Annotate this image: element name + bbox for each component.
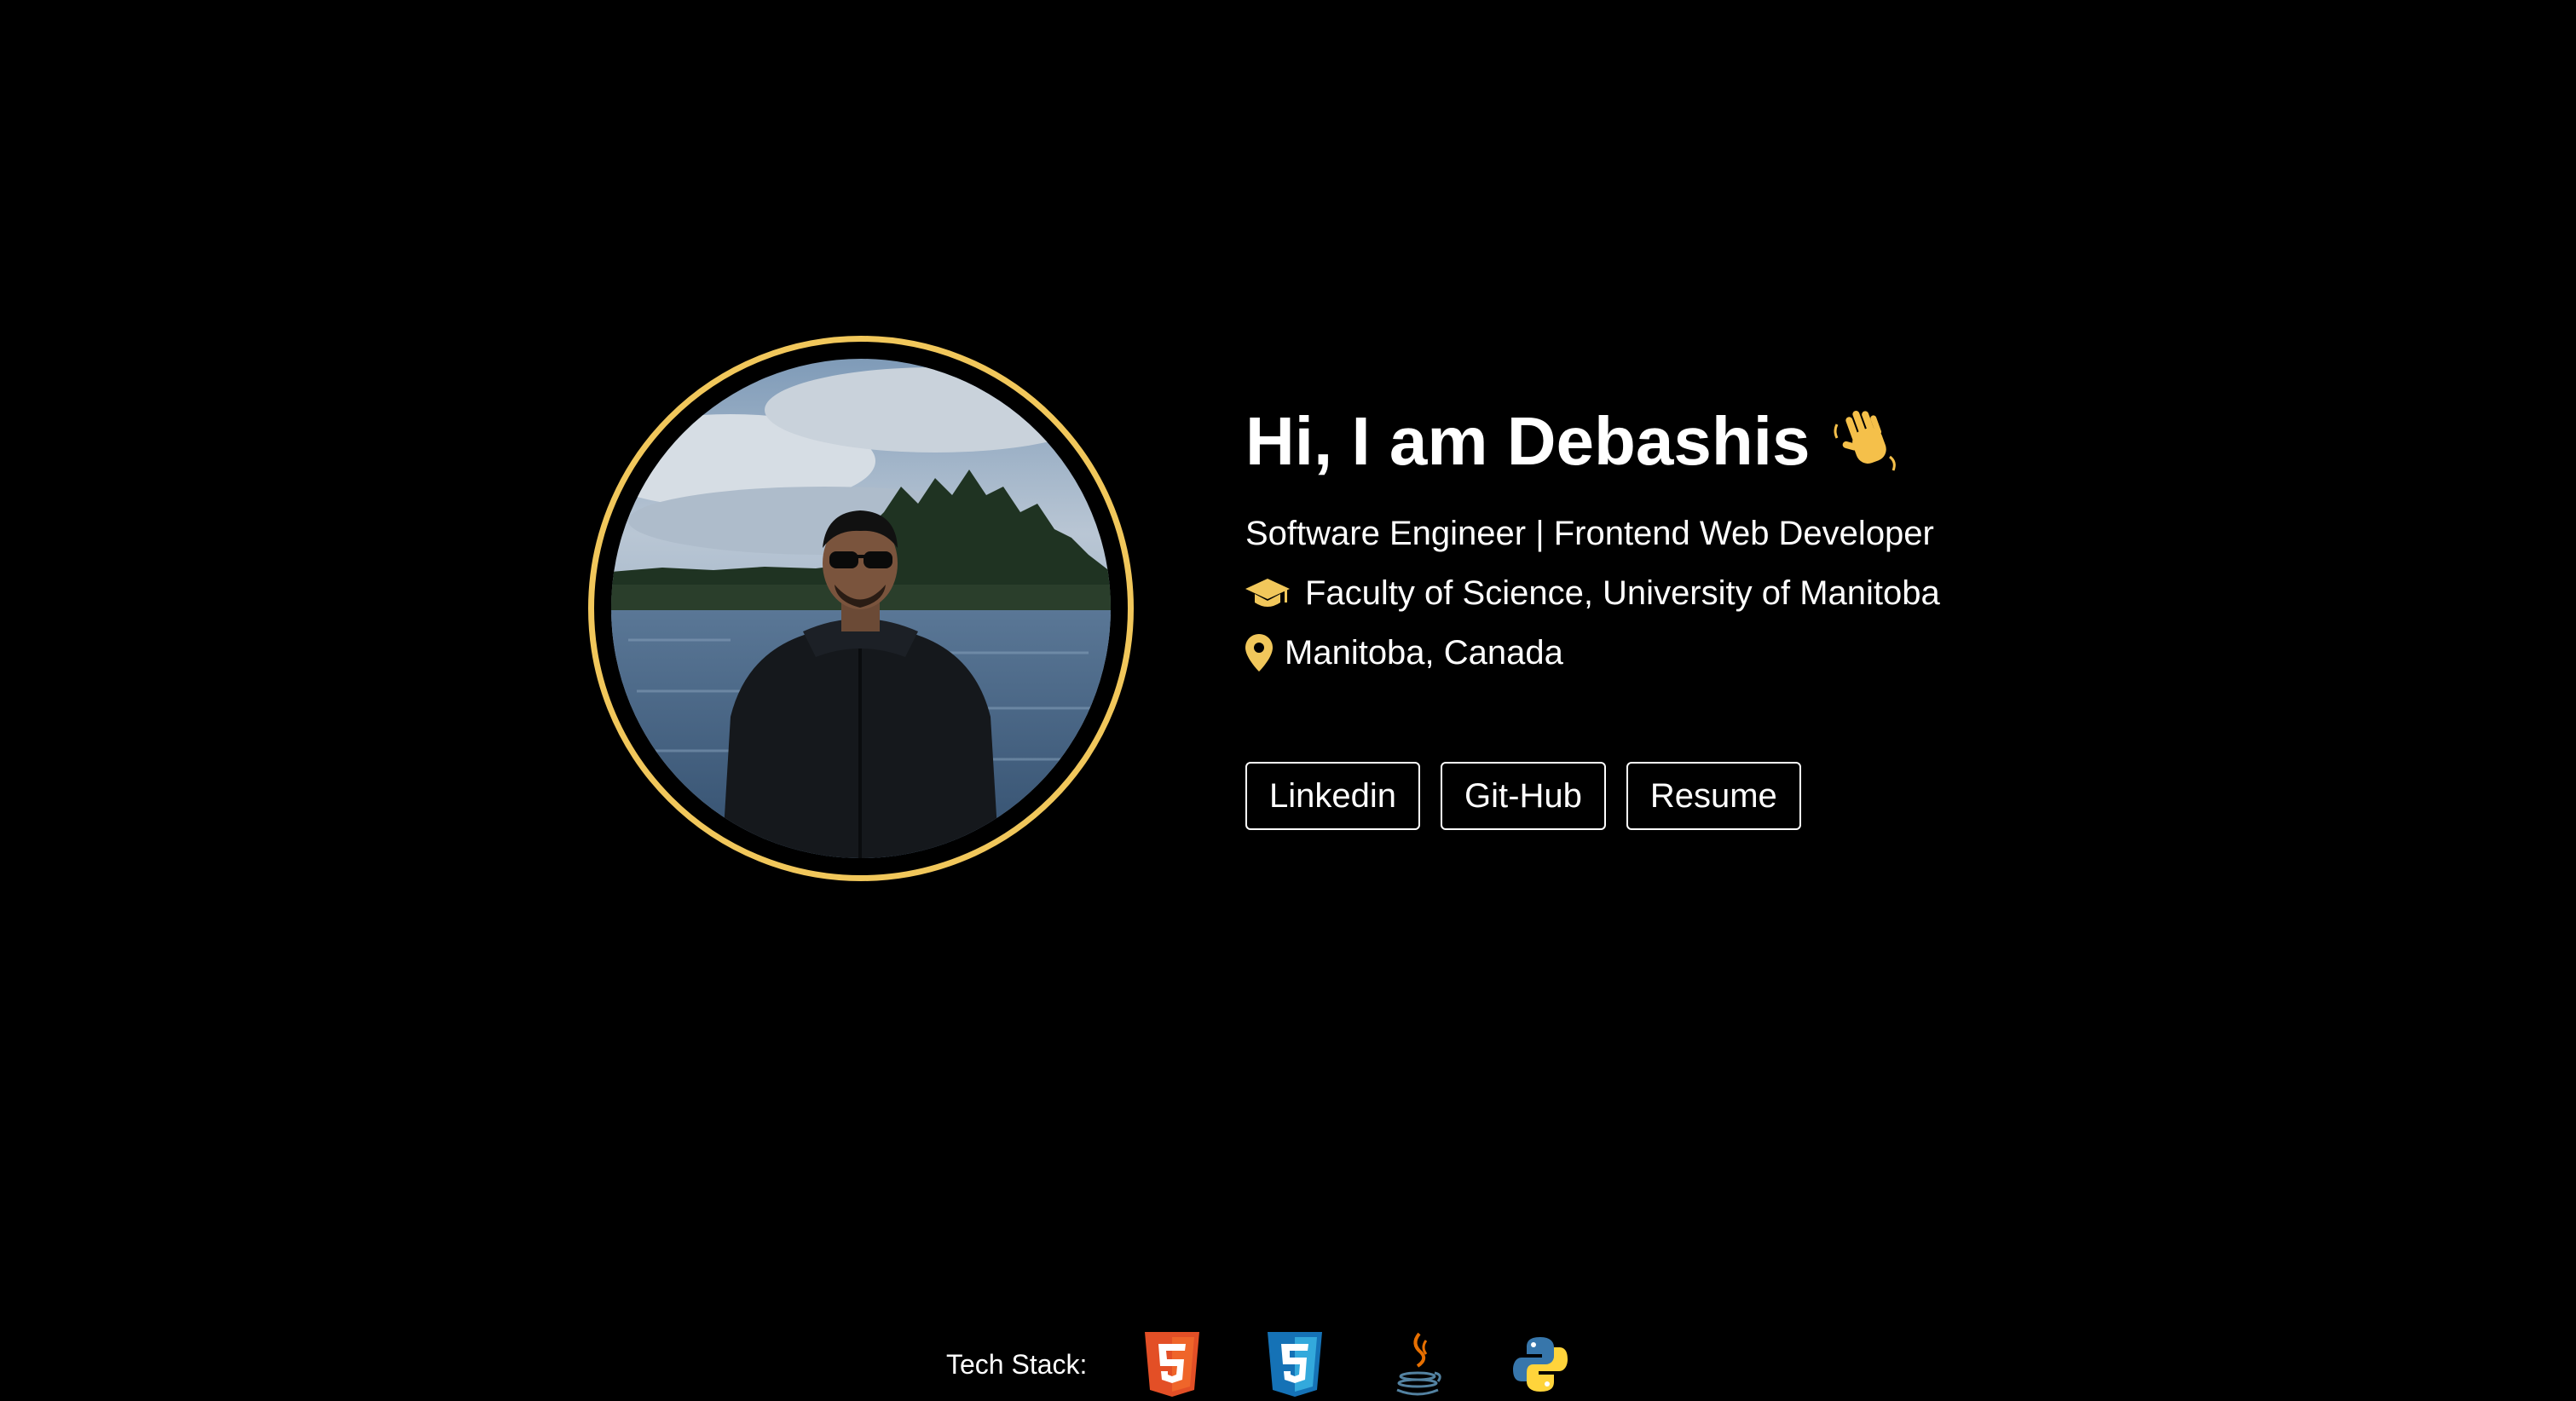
profile-photo bbox=[611, 359, 1111, 858]
greeting-heading: Hi, I am Debashis bbox=[1245, 399, 2098, 484]
page: Hi, I am Debashis Software Engineer | Fr… bbox=[0, 0, 2576, 1401]
profile-avatar bbox=[588, 336, 1134, 881]
education-text: Faculty of Science, University of Manito… bbox=[1305, 574, 1940, 612]
waving-hand-icon bbox=[1830, 406, 1902, 477]
role-text: Software Engineer | Frontend Web Develop… bbox=[1245, 515, 1934, 552]
resume-button[interactable]: Resume bbox=[1626, 762, 1801, 830]
github-button[interactable]: Git-Hub bbox=[1441, 762, 1606, 830]
css3-icon bbox=[1264, 1330, 1326, 1398]
location-text: Manitoba, Canada bbox=[1285, 634, 1563, 672]
intro-section: Hi, I am Debashis Software Engineer | Fr… bbox=[1245, 399, 2098, 830]
greeting-text: Hi, I am Debashis bbox=[1245, 403, 1811, 479]
map-pin-icon bbox=[1245, 634, 1273, 672]
linkedin-button[interactable]: Linkedin bbox=[1245, 762, 1421, 830]
graduation-cap-icon bbox=[1245, 576, 1290, 610]
education-line: Faculty of Science, University of Manito… bbox=[1245, 569, 2098, 617]
link-buttons: Linkedin Git-Hub Resume bbox=[1245, 762, 2098, 830]
location-line: Manitoba, Canada bbox=[1245, 629, 2098, 677]
tech-stack: Tech Stack: bbox=[946, 1326, 1632, 1401]
python-icon bbox=[1510, 1330, 1571, 1398]
tech-stack-label: Tech Stack: bbox=[946, 1348, 1088, 1380]
java-icon bbox=[1387, 1330, 1448, 1398]
html5-icon bbox=[1141, 1330, 1203, 1398]
